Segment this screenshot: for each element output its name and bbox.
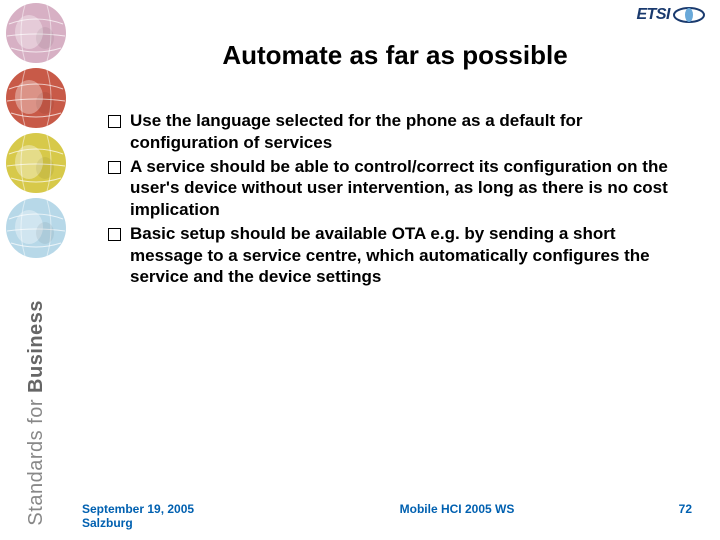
sidebar-label-standards: Standards <box>25 430 47 526</box>
footer-left: September 19, 2005 Salzburg <box>82 502 282 530</box>
slide-footer: September 19, 2005 Salzburg Mobile HCI 2… <box>82 502 692 530</box>
etsi-logo-swirl-icon <box>672 6 706 24</box>
slide-body: Use the language selected for the phone … <box>100 110 684 470</box>
sidebar-label-business: Business <box>25 300 47 393</box>
globe-icon-3 <box>0 130 72 195</box>
footer-event: Mobile HCI 2005 WS <box>282 502 632 516</box>
sidebar-label-for: for <box>25 393 47 430</box>
globe-icon-1 <box>0 0 72 65</box>
etsi-logo: ETSI <box>636 6 706 24</box>
sidebar-vertical-brand: Standards for Business <box>0 260 72 540</box>
slide-title: Automate as far as possible <box>100 40 690 71</box>
slide: Standards for Business ETSI Automate as … <box>0 0 720 540</box>
globe-icon-4 <box>0 195 72 260</box>
footer-date: September 19, 2005 <box>82 502 282 516</box>
globe-icon-2 <box>0 65 72 130</box>
bullet-list: Use the language selected for the phone … <box>100 110 684 288</box>
footer-location: Salzburg <box>82 516 282 530</box>
etsi-logo-text: ETSI <box>636 6 670 24</box>
footer-page-number: 72 <box>632 502 692 516</box>
sidebar: Standards for Business <box>0 0 72 540</box>
bullet-item: A service should be able to control/corr… <box>100 156 684 221</box>
bullet-item: Basic setup should be available OTA e.g.… <box>100 223 684 288</box>
bullet-item: Use the language selected for the phone … <box>100 110 684 154</box>
